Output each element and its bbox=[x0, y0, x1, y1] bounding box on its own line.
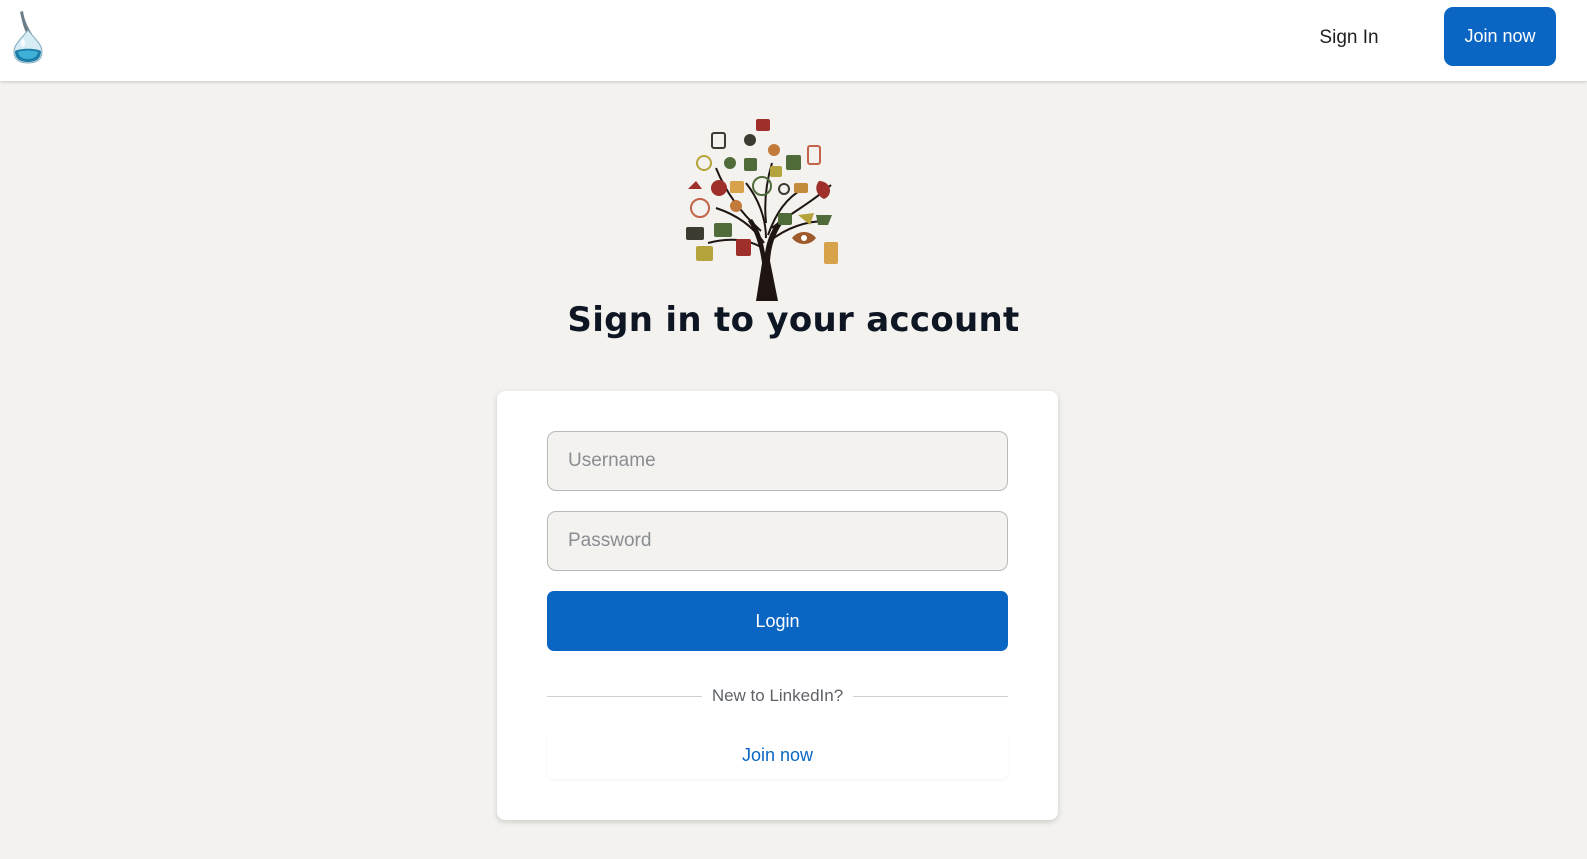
login-button[interactable]: Login bbox=[547, 591, 1008, 651]
divider-line-left bbox=[547, 695, 702, 697]
water-drop-flask-logo-icon[interactable] bbox=[10, 10, 46, 64]
sign-in-link[interactable]: Sign In bbox=[1300, 21, 1398, 55]
top-navbar: Sign In Join now bbox=[0, 0, 1587, 81]
username-input[interactable] bbox=[547, 431, 1008, 491]
divider: New to LinkedIn? bbox=[547, 681, 1008, 711]
join-now-button[interactable]: Join now bbox=[1444, 7, 1556, 66]
social-media-tree-illustration bbox=[686, 113, 856, 303]
password-input[interactable] bbox=[547, 511, 1008, 571]
divider-line-right bbox=[853, 695, 1008, 697]
sign-in-card: Login New to LinkedIn? Join now bbox=[497, 391, 1058, 820]
join-now-link[interactable]: Join now bbox=[547, 731, 1008, 779]
divider-text: New to LinkedIn? bbox=[711, 686, 844, 705]
page-title: Sign in to your account bbox=[567, 300, 1020, 340]
